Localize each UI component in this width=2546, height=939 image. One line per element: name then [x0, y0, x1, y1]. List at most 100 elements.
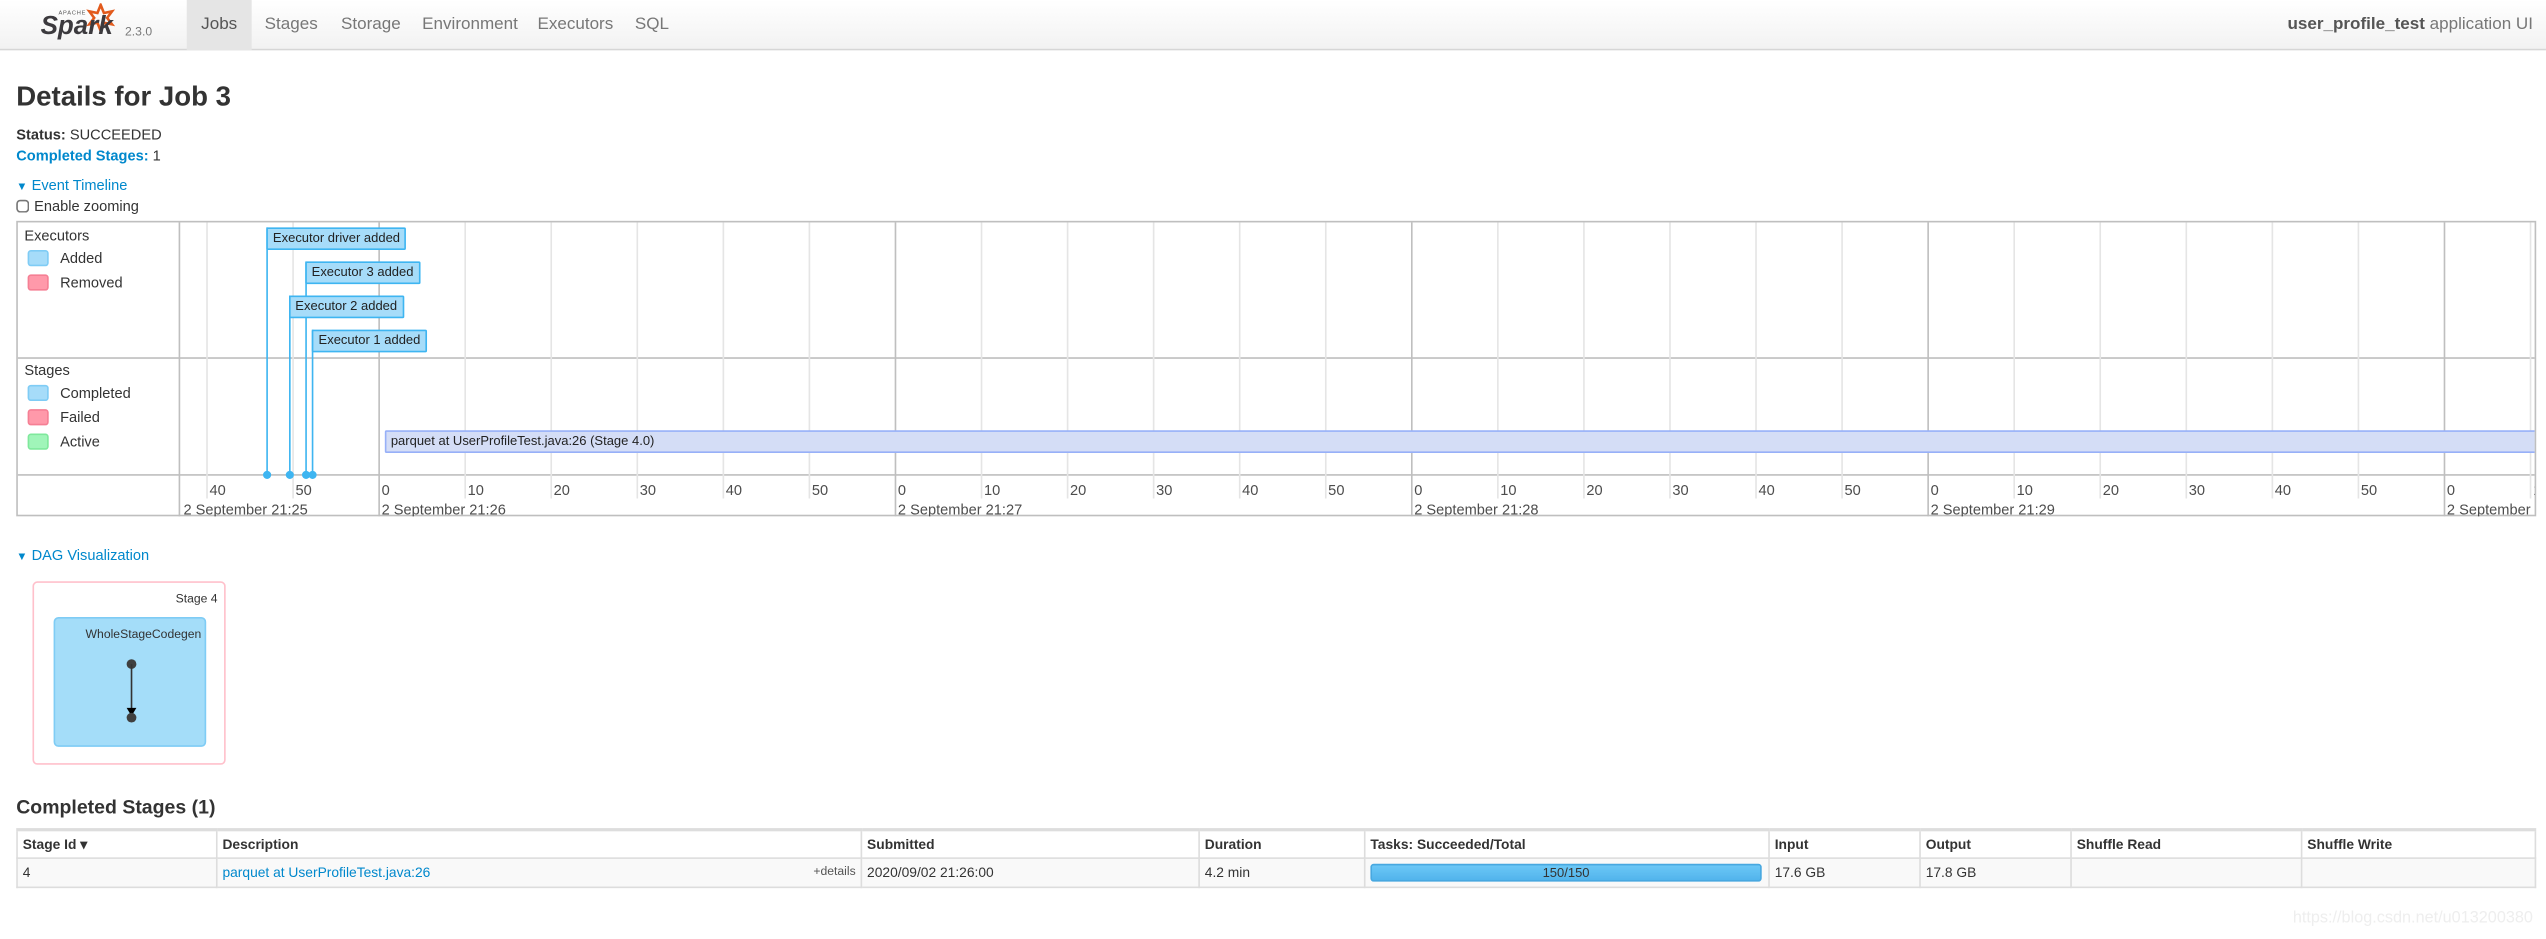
executor-event-dot [263, 470, 272, 479]
grid-line [550, 222, 553, 499]
grid-line [2443, 222, 2446, 517]
executor-event-box[interactable]: Executor driver added [266, 227, 407, 251]
legend-swatch [27, 384, 49, 402]
stage-id: 4 [16, 857, 218, 888]
axis-tick-label: 10 [1500, 482, 1517, 499]
axis-tick-label: 50 [2360, 482, 2378, 499]
enable-zooming-checkbox[interactable] [16, 199, 30, 213]
grid-line [1583, 222, 1585, 499]
event-timeline-toggle[interactable]: ▼ Event Timeline [16, 177, 127, 193]
grid-line [1410, 222, 1413, 517]
axis-tick-label: 40 [1242, 482, 1259, 499]
tab-environment[interactable]: Environment [409, 0, 531, 50]
grid-line [1066, 222, 1069, 499]
legend-swatch [27, 433, 49, 450]
executor-event-box[interactable]: Executor 3 added [305, 261, 420, 285]
axis-tick-label: 10 [983, 482, 1001, 499]
grid-line [1669, 222, 1671, 499]
axis-tick-label: 50 [1844, 482, 1861, 499]
tab-storage[interactable]: Storage [328, 0, 414, 50]
col-stage-id[interactable]: Stage Id ▾ [16, 828, 218, 859]
executor-event-dot [285, 470, 294, 479]
axis-tick-label: 0 [2446, 482, 2456, 499]
executor-event-line [266, 227, 269, 475]
axis-tick-label: 50 [1328, 482, 1345, 499]
legend-active: Active [27, 433, 100, 450]
completed-stages-title: Completed Stages (1) [16, 795, 216, 819]
col-submitted[interactable]: Submitted [860, 828, 1200, 859]
dag-visualization-toggle[interactable]: ▼ DAG Visualization [16, 547, 149, 563]
grid-line [1497, 222, 1499, 499]
axis-tick-label: 20 [1586, 482, 1603, 499]
axis-date-label: 2 September 21:28 [1414, 501, 1539, 517]
tab-jobs[interactable]: Jobs [186, 0, 252, 51]
col-output[interactable]: Output [1919, 828, 2072, 859]
dag-edge [126, 659, 137, 723]
table-row: 4 parquet at UserProfileTest.java:26 +det… [16, 857, 2537, 888]
executor-event-dot [308, 470, 317, 479]
enable-zooming[interactable]: Enable zooming [16, 198, 139, 214]
axis-tick-label: 20 [2102, 482, 2119, 499]
axis-tick-label: 20 [553, 482, 570, 499]
axis-date-label: 2 September 21:30 [2446, 501, 2535, 517]
dag-cluster[interactable]: WholeStageCodegen [53, 617, 207, 747]
legend-swatch [27, 250, 49, 267]
axis-tick-label: 40 [2274, 482, 2292, 499]
tasks-cell: 150/150 [1363, 857, 1770, 888]
axis-date-label: 2 September 21:25 [183, 501, 308, 517]
axis-tick-label: 20 [1070, 482, 1087, 499]
grid-line [292, 222, 294, 499]
executor-event-box[interactable]: Executor 1 added [312, 329, 427, 353]
legend-completed: Completed [27, 384, 131, 402]
col-description[interactable]: Description [215, 828, 863, 859]
stage-bar[interactable]: parquet at UserProfileTest.java:26 (Stag… [384, 430, 2535, 454]
legend-failed: Failed [27, 409, 100, 426]
event-timeline[interactable]: Executors Added Removed Stages Completed… [16, 220, 2537, 517]
grid-line [1927, 222, 1929, 517]
grid-line [2099, 222, 2102, 499]
dag-stage-box[interactable]: Stage 4 WholeStageCodegen [32, 581, 226, 765]
tab-executors[interactable]: Executors [524, 0, 626, 50]
col-duration[interactable]: Duration [1198, 828, 1366, 859]
executor-event-box[interactable]: Executor 2 added [288, 295, 404, 319]
executor-event-line [305, 261, 307, 475]
axis-tick-label: 30 [1156, 482, 1173, 499]
details-toggle[interactable]: +details [813, 864, 855, 879]
axis-tick-label: 40 [209, 482, 226, 499]
completed-stages-table: Stage Id ▾ Description Submitted Duratio… [16, 828, 2537, 888]
grid-line [1152, 222, 1155, 499]
col-shuffle-read[interactable]: Shuffle Read [2070, 828, 2303, 859]
grid-line [1755, 222, 1757, 499]
grid-line [894, 222, 897, 517]
grid-line [206, 222, 208, 499]
axis-tick-label: 30 [1672, 482, 1689, 499]
grid-line [722, 222, 725, 499]
axis-date-label: 2 September 21:26 [381, 501, 506, 517]
grid-line [808, 222, 811, 499]
grid-line [464, 222, 467, 499]
axis-tick-label: 0 [1414, 482, 1423, 499]
col-input[interactable]: Input [1768, 828, 1921, 859]
spark-logo[interactable]: APACHE Spark [36, 3, 120, 45]
axis-tick-label: 50 [295, 482, 312, 499]
stage-description-link[interactable]: parquet at UserProfileTest.java:26 [222, 864, 430, 880]
tab-sql[interactable]: SQL [622, 0, 682, 50]
tab-stages[interactable]: Stages [252, 0, 331, 50]
input: 17.6 GB [1768, 857, 1921, 888]
grid-line [2013, 222, 2016, 499]
stages-group-label: Stages [24, 362, 70, 379]
axis-tick-label: 0 [897, 482, 907, 499]
grid-line [1841, 222, 1843, 499]
grid-line [1238, 222, 1241, 499]
col-shuffle-write[interactable]: Shuffle Write [2300, 828, 2537, 859]
axis-tick-label: 10 [2533, 482, 2535, 498]
grid-line [636, 222, 639, 499]
status: Status: SUCCEEDED [16, 126, 162, 143]
completed-stages-link[interactable]: Completed Stages: [16, 148, 148, 164]
output: 17.8 GB [1919, 857, 2072, 888]
col-tasks[interactable]: Tasks: Succeeded/Total [1363, 828, 1770, 859]
grid-line [2357, 222, 2360, 499]
timeline-plot[interactable]: 40 50 0 10 20 30 40 50 0 10 20 30 40 50 0 10 20 30 40 50 0 10… [180, 222, 2535, 517]
caret-down-icon: ▼ [16, 181, 28, 194]
navbar: APACHE Spark 2.3.0 Jobs Stages Storage E… [0, 0, 2546, 51]
